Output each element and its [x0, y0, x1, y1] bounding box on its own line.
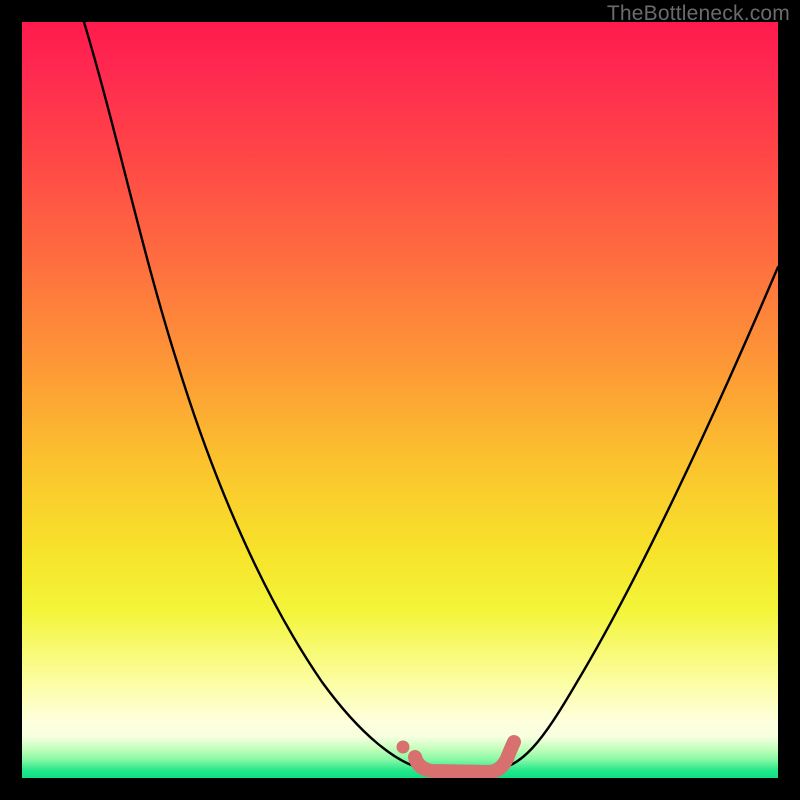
- curve-layer: [22, 22, 778, 778]
- watermark-text: TheBottleneck.com: [607, 2, 790, 26]
- trough-dot: [397, 741, 410, 754]
- chart-frame: TheBottleneck.com: [0, 0, 800, 800]
- trough-band: [415, 742, 514, 772]
- plot-area: [22, 22, 778, 778]
- bottleneck-curve: [84, 22, 778, 770]
